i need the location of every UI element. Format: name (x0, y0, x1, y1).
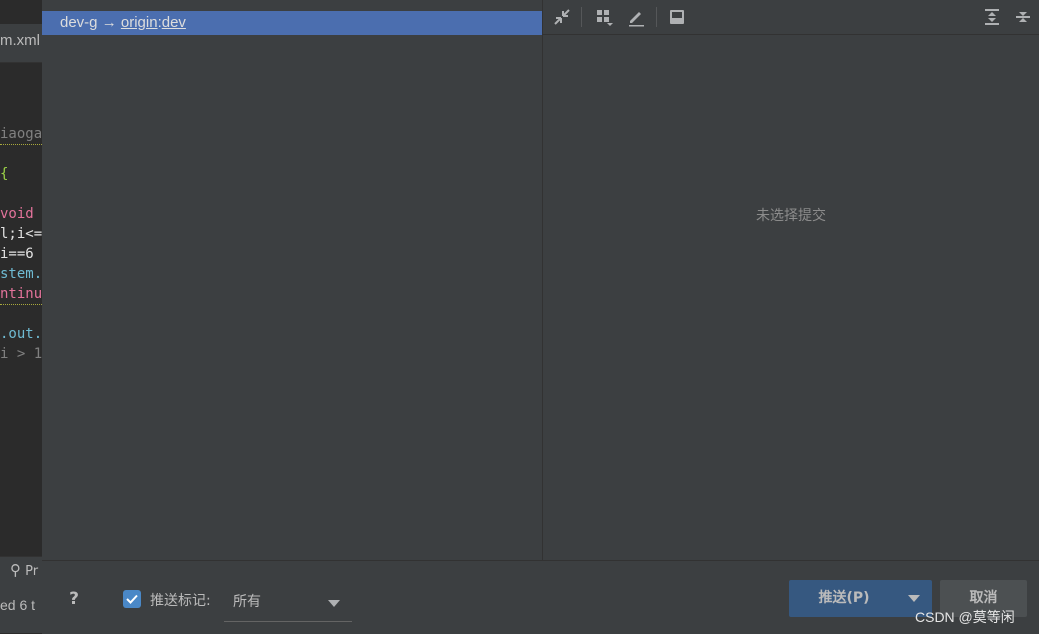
remote-link[interactable]: origin (121, 14, 158, 31)
save-icon[interactable] (664, 4, 690, 30)
problems-tab[interactable]: ⚲ Pr (10, 561, 38, 579)
code-line: void (0, 206, 34, 222)
push-commits-dialog: dev-g → origin:dev 未选择提交 ? 推送标记: 所有 推送(P… (42, 0, 1039, 634)
check-icon (126, 594, 138, 604)
push-tags-select[interactable]: 所有 (224, 585, 352, 622)
collapse-all-icon[interactable] (1010, 4, 1036, 30)
push-tags-label: 推送标记: (150, 593, 211, 609)
tool-window-bar: ⚲ Pr ed 6 t (0, 556, 42, 633)
code-line: { (0, 166, 9, 182)
chevron-down-icon (328, 600, 340, 607)
help-button[interactable]: ? (62, 589, 86, 613)
group-by-icon[interactable] (591, 4, 617, 30)
push-options-chevron-icon[interactable] (908, 595, 920, 602)
commit-tree-panel: dev-g → origin:dev (42, 0, 543, 560)
status-message: ed 6 t (0, 597, 36, 613)
dialog-footer: ? 推送标记: 所有 推送(P) 取消 CSDN @莫等闲 (42, 560, 1039, 634)
details-toolbar (543, 0, 1039, 35)
arrow-icon: → (101, 14, 117, 31)
push-tags-select-value: 所有 (233, 594, 261, 610)
editor-tab[interactable]: m.xml (0, 24, 42, 63)
code-line: i > 1 (0, 346, 42, 362)
code-line: l;i<= (0, 226, 42, 242)
push-button-label: 推送(P) (818, 590, 870, 606)
remote-branch-link[interactable]: dev (162, 14, 186, 31)
code-line: iaoga (0, 124, 42, 145)
code-line: ntinu (0, 284, 42, 305)
expand-all-icon[interactable] (979, 4, 1005, 30)
push-button[interactable]: 推送(P) (789, 580, 932, 617)
collapse-icon[interactable] (549, 4, 575, 30)
watermark: CSDN @莫等闲 (915, 609, 1015, 625)
editor-tab-label: m.xml (0, 32, 40, 49)
code-line: i==6 (0, 246, 34, 262)
code-line: .out. (0, 326, 42, 342)
problems-tab-label: Pr (25, 564, 39, 579)
commit-details-panel: 未选择提交 (543, 0, 1039, 560)
background-editor: m.xml iaoga { void l;i<= i==6 stem. ntinu .out.… (0, 0, 42, 633)
tree-row-branch[interactable]: dev-g → origin:dev (42, 11, 542, 35)
code-line: stem. (0, 266, 42, 282)
problems-icon: ⚲ (10, 561, 21, 579)
edit-icon[interactable] (623, 4, 649, 30)
local-branch-label: dev-g (60, 14, 98, 31)
no-commit-selected-text: 未选择提交 (756, 208, 826, 224)
push-tags-checkbox[interactable] (123, 590, 141, 608)
